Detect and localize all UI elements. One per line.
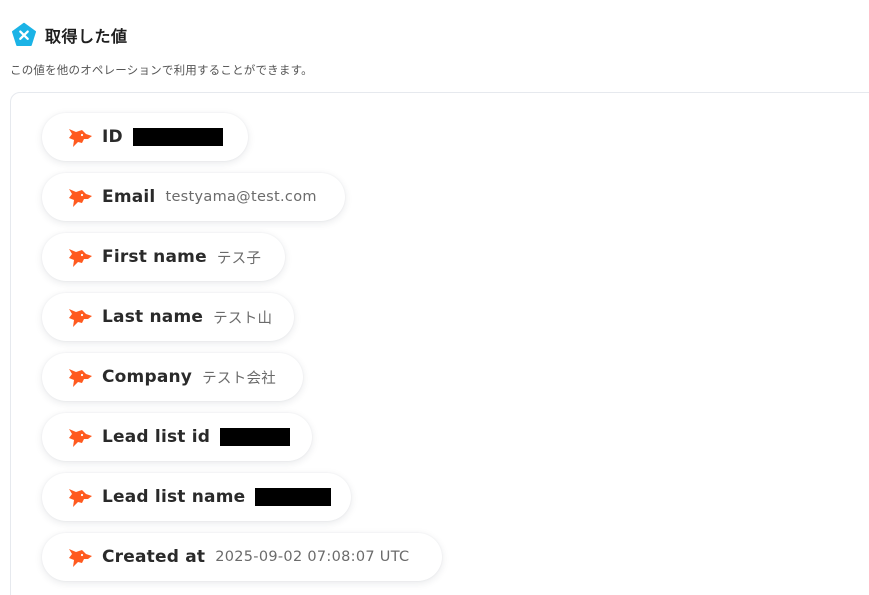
fox-head-icon [67,186,93,208]
field-label: Lead list id [102,427,211,447]
field-label: Email [102,187,156,207]
fox-head-icon [67,366,93,388]
field-pill-created-at[interactable]: Created at 2025-09-02 07:08:07 UTC [42,533,442,581]
fox-head-icon [67,126,93,148]
page: 取得した値 この値を他のオペレーションで利用することができます。 ID Emai… [0,0,869,595]
fox-head-icon [67,246,93,268]
field-label: Created at [102,547,206,567]
fox-head-icon [67,426,93,448]
field-pill-lead-list-id[interactable]: Lead list id [42,413,312,461]
field-label: Last name [102,307,204,327]
field-label: Lead list name [102,487,246,507]
field-value: テスト山 [213,310,273,327]
field-value: テス子 [216,250,262,267]
field-pill-lead-list-name[interactable]: Lead list name [42,473,351,521]
field-label: Company [102,367,193,387]
field-pill-first-name[interactable]: First name テス子 [42,233,285,281]
redacted-value [255,488,331,506]
fox-head-icon [67,486,93,508]
field-label: First name [102,247,207,267]
field-pill-last-name[interactable]: Last name テスト山 [42,293,294,341]
yoom-pentagon-icon [11,22,37,48]
field-value: 2025-09-02 07:08:07 UTC [215,549,410,565]
field-label: ID [102,127,123,147]
section-title: 取得した値 [45,27,128,46]
field-value: テスト会社 [202,370,277,387]
section-header: 取得した値 [11,21,128,49]
field-pill-company[interactable]: Company テスト会社 [42,353,303,401]
redacted-value [132,128,223,146]
redacted-value [220,428,291,446]
fox-head-icon [67,306,93,328]
field-pill-id[interactable]: ID [42,113,248,161]
fox-head-icon [67,546,93,568]
field-value: testyama@test.com [165,189,317,205]
section-description: この値を他のオペレーションで利用することができます。 [10,63,313,77]
field-pill-email[interactable]: Email testyama@test.com [42,173,345,221]
